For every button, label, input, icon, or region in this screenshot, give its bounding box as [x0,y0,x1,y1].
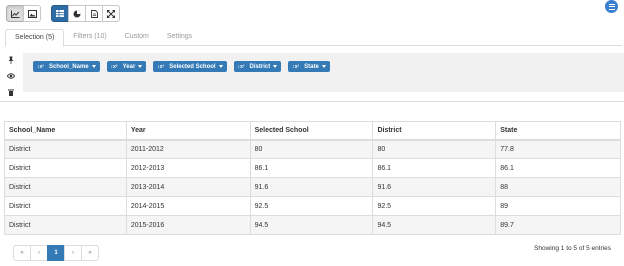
table-row: District 2013-2014 91.6 91.6 88 [4,177,621,197]
tag-label: Selected School [169,63,216,70]
selection-actions [7,56,15,96]
trash-icon[interactable] [7,88,15,96]
first-page-button[interactable]: « [13,245,31,261]
line-chart-icon [10,10,19,18]
eye-icon[interactable] [7,72,15,80]
tab-settings[interactable]: Settings [158,29,201,46]
table-cell: 2012-2013 [125,158,251,178]
table-row: District 2012-2013 86.1 86.1 86.1 [4,158,621,178]
expand-button[interactable] [102,5,120,22]
tag-label: Year [122,63,136,70]
menu-icon-bar [608,8,615,10]
tag-label: School_Name [48,63,89,70]
table-header-row: School_Name Year Selected School Distric… [4,121,621,141]
table-cell: 77.8 [495,139,621,159]
previous-page-button[interactable]: ‹ [30,245,48,261]
table-cell: 86.1 [495,158,621,178]
table-cell: 86.1 [249,158,374,178]
pagination: « ‹ 1 › » [13,245,99,261]
next-page-button[interactable]: › [64,245,82,261]
column-header[interactable]: Year [125,121,251,141]
document-icon [90,9,98,18]
table-cell: 88 [495,177,621,197]
tab-filters[interactable]: Filters (10) [64,29,115,46]
table-cell: 2013-2014 [125,177,251,197]
table-cell: 86.1 [372,158,497,178]
image-icon [27,9,37,18]
column-header[interactable]: School_Name [4,121,127,141]
sort-transform-icon: ↕x² [37,63,44,70]
selection-tags: ↕x² School_Name ↕x² Year ↕x² Selected Sc… [33,61,330,72]
caret-down-icon [218,65,223,68]
page-1-button[interactable]: 1 [47,245,65,261]
table-view-button[interactable] [51,5,69,22]
table-cell: District [4,139,127,159]
table-cell: 2014-2015 [125,196,251,216]
table-cell: 91.6 [372,177,497,197]
caret-down-icon [321,65,326,68]
table-cell: 94.5 [249,215,374,235]
tag-label: District [249,63,271,70]
sort-transform-icon: ↕x² [292,63,300,70]
caret-down-icon [273,65,278,68]
table-cell: 89.7 [495,215,621,235]
document-view-button[interactable] [85,5,103,22]
view-toggle-group [51,5,120,22]
line-chart-button[interactable] [6,5,24,22]
table-cell: 89 [495,196,621,216]
menu-button[interactable] [605,0,618,13]
sort-transform-icon: ↕x² [237,63,245,70]
image-button[interactable] [23,5,41,22]
sort-transform-icon: ↕x² [110,63,118,70]
table-icon [56,10,64,17]
last-page-button[interactable]: » [81,245,99,261]
pie-chart-view-button[interactable] [68,5,86,22]
table-row: District 2014-2015 92.5 92.5 89 [4,196,621,216]
column-header[interactable]: Selected School [249,121,374,141]
table-cell: District [4,215,127,235]
column-header[interactable]: District [372,121,497,141]
table-cell: District [4,177,127,197]
table-row: District 2015-2016 94.5 94.5 89.7 [4,215,621,235]
caret-down-icon [138,65,143,68]
pin-icon[interactable] [7,56,15,64]
tag-year[interactable]: ↕x² Year [106,61,147,72]
table-row: District 2011-2012 80 80 77.8 [4,139,621,159]
caret-down-icon [91,65,96,68]
table-cell: 92.5 [249,196,374,216]
tag-label: State [304,63,319,70]
entries-info: Showing 1 to 5 of 5 entries [534,245,611,252]
visualization-toggle-group [6,5,41,22]
table-cell: District [4,158,127,178]
tag-selected-school[interactable]: ↕x² Selected School [153,61,227,72]
menu-icon [608,3,615,5]
tag-state[interactable]: ↕x² State [288,61,330,72]
section-divider [0,101,624,102]
tag-school-name[interactable]: ↕x² School_Name [33,61,100,72]
menu-icon-bar [608,6,615,7]
pie-chart-icon [73,10,81,17]
table-cell: 2015-2016 [125,215,251,235]
column-header[interactable]: State [495,121,621,141]
table-cell: 91.6 [249,177,374,197]
table-cell: District [4,196,127,216]
tab-custom[interactable]: Custom [116,29,158,46]
expand-icon [107,9,115,18]
tab-selection[interactable]: Selection (5) [5,29,65,47]
table-cell: 80 [249,139,374,159]
data-table: School_Name Year Selected School Distric… [4,121,621,235]
tag-district[interactable]: ↕x² District [233,61,282,72]
table-cell: 2011-2012 [125,139,251,159]
table-cell: 94.5 [372,215,497,235]
table-cell: 92.5 [372,196,497,216]
tab-bar: Selection (5) Filters (10) Custom Settin… [5,29,622,47]
sort-transform-icon: ↕x² [157,63,165,70]
table-cell: 80 [372,139,497,159]
selection-panel: ↕x² School_Name ↕x² Year ↕x² Selected Sc… [23,53,624,92]
